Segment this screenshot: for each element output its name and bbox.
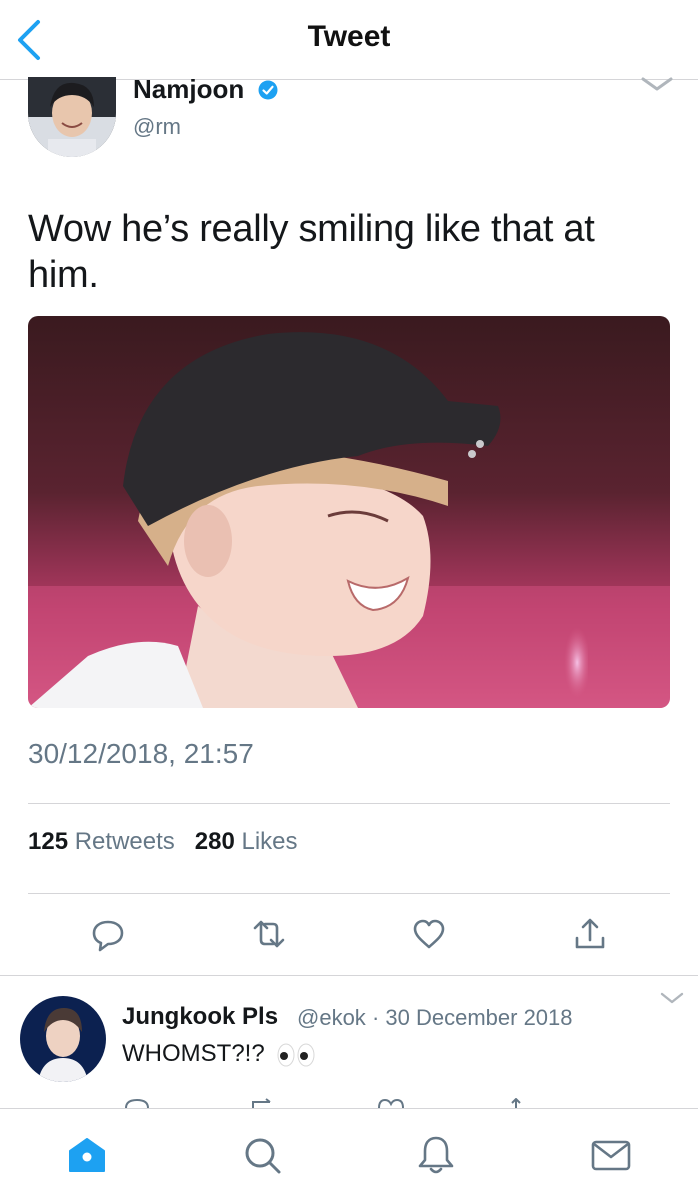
tweet-timestamp: 30/12/2018, 21:57 [28, 738, 254, 769]
share-icon [575, 918, 605, 949]
retweets-label: Retweets [74, 828, 175, 855]
chevron-down-icon[interactable] [640, 76, 674, 92]
heart-icon[interactable] [376, 1098, 406, 1108]
tab-home[interactable] [65, 1133, 109, 1177]
tweet-text: Wow he’s really smiling like that at him… [28, 208, 595, 296]
reply-date: 30 December 2018 [385, 1005, 573, 1030]
reply-icon[interactable] [122, 1098, 152, 1108]
divider [28, 803, 670, 804]
share-button[interactable] [568, 912, 612, 956]
retweets-count: 125 [28, 828, 69, 855]
home-icon [69, 1138, 105, 1172]
reply-button[interactable] [86, 912, 130, 956]
reply-text: WHOMST?!? [122, 1040, 315, 1068]
mail-icon [591, 1140, 631, 1171]
tweet-stats: 125 Retweets 280 Likes [28, 828, 298, 856]
retweet-icon [253, 920, 285, 948]
eyes-icon [277, 1043, 315, 1067]
likes-label: Likes [241, 828, 298, 855]
retweet-icon[interactable] [250, 1098, 280, 1108]
retweet-button[interactable] [247, 912, 291, 956]
page-title: Tweet [307, 20, 391, 53]
author-name[interactable]: Namjoon [133, 74, 244, 105]
reply-author-name[interactable]: Jungkook Pls [122, 1003, 278, 1031]
meta-separator: · [371, 1005, 380, 1030]
share-icon[interactable] [506, 1098, 526, 1108]
like-button[interactable] [407, 912, 451, 956]
reply-meta: @ekok · 30 December 2018 [297, 1005, 573, 1031]
reply-author-handle[interactable]: @ekok [297, 1005, 366, 1030]
navigation-bar: Tweet [0, 0, 698, 80]
divider [28, 893, 670, 894]
chevron-down-icon[interactable] [660, 992, 684, 1004]
tab-search[interactable] [240, 1133, 284, 1177]
author-avatar[interactable] [28, 77, 116, 157]
search-icon [245, 1138, 281, 1174]
bottom-tab-bar [0, 1108, 698, 1200]
reply-icon [92, 920, 124, 952]
tweet-photo[interactable] [28, 316, 670, 708]
author-handle[interactable]: @rm [133, 114, 181, 140]
reply-text-body: WHOMST?!? [122, 1040, 265, 1067]
likes-stat[interactable]: 280 Likes [195, 828, 298, 855]
reply-author-avatar[interactable] [20, 996, 106, 1082]
section-separator [0, 975, 698, 976]
bell-icon [418, 1136, 454, 1174]
retweets-stat[interactable]: 125 Retweets [28, 828, 181, 855]
heart-icon [413, 919, 445, 949]
likes-count: 280 [194, 828, 235, 855]
tab-messages[interactable] [589, 1133, 633, 1177]
tab-notifications[interactable] [414, 1133, 458, 1177]
verified-badge-icon [258, 80, 278, 100]
